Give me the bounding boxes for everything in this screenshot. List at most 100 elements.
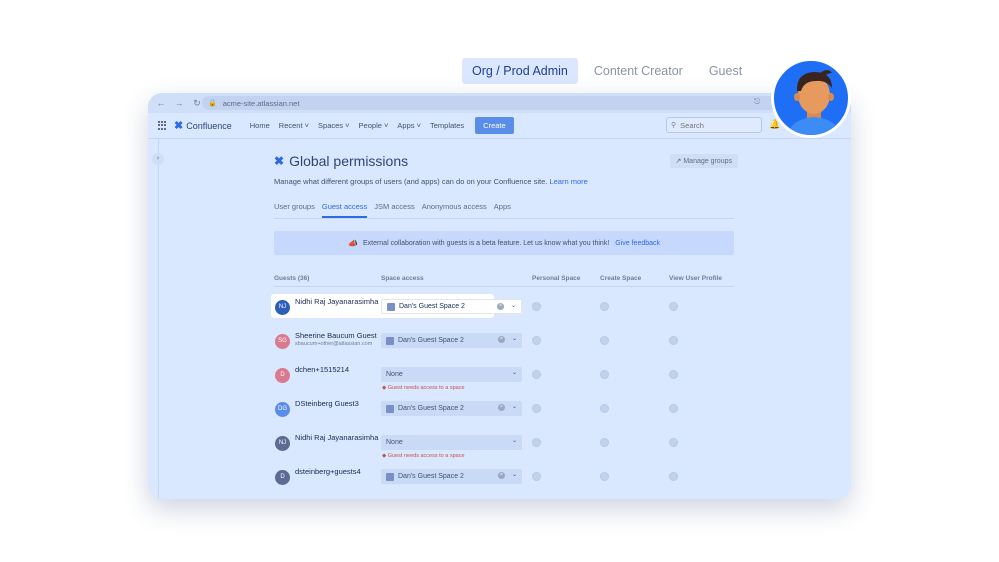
nav-home[interactable]: Home: [250, 121, 270, 130]
user-avatar: [771, 58, 851, 138]
space-access-value: None: [386, 371, 403, 378]
external-link-icon: ↗: [675, 158, 682, 165]
beta-banner: 📣 External collaboration with guests is …: [274, 231, 734, 255]
space-access-select[interactable]: None ⌄: [381, 435, 522, 450]
clear-icon[interactable]: ×: [498, 472, 505, 479]
search-field[interactable]: ⚲: [666, 117, 762, 133]
create-space-toggle[interactable]: [600, 302, 609, 311]
app-header: ✖ Confluence Home Recent ˅ Spaces ˅ Peop…: [148, 113, 851, 139]
share-icon[interactable]: ⎋: [754, 97, 760, 107]
tab-apps[interactable]: Apps: [494, 202, 511, 218]
space-icon: [386, 336, 394, 345]
table-row: NJ Nidhi Raj Jayanarasimha None ⌄ ◆ Guest ne…: [274, 433, 744, 467]
clear-icon[interactable]: ×: [497, 303, 504, 310]
expand-sidebar-icon[interactable]: ›: [152, 153, 164, 165]
app-switcher-icon[interactable]: [158, 121, 167, 130]
chevron-down-icon: ˅: [345, 121, 350, 130]
chevron-down-icon[interactable]: ⌄: [512, 437, 517, 444]
reload-icon[interactable]: ↻: [192, 98, 202, 109]
view-user-profile-toggle[interactable]: [669, 370, 678, 379]
personal-space-toggle[interactable]: [532, 370, 541, 379]
clear-icon[interactable]: ×: [498, 336, 505, 343]
view-user-profile-toggle[interactable]: [669, 472, 678, 481]
page-description: Manage what different groups of users (a…: [274, 177, 736, 186]
column-header-personal-space: Personal Space: [532, 275, 581, 282]
tab-guest-access[interactable]: Guest access: [321, 202, 368, 218]
title-row: ✖ Global permissions ↗ Manage groups: [274, 151, 738, 171]
main-content: ✖ Global permissions ↗ Manage groups Man…: [271, 151, 738, 499]
learn-more-link[interactable]: Learn more: [549, 177, 587, 186]
create-space-toggle[interactable]: [600, 336, 609, 345]
space-access-select[interactable]: Dan's Guest Space 2 × ⌄: [381, 469, 522, 484]
view-user-profile-toggle[interactable]: [669, 438, 678, 447]
view-user-profile-toggle[interactable]: [669, 302, 678, 311]
create-button[interactable]: Create: [475, 117, 514, 134]
nav-people[interactable]: People ˅: [359, 121, 389, 130]
tab-user-groups[interactable]: User groups: [274, 202, 315, 218]
chevron-down-icon[interactable]: ⌄: [512, 403, 517, 410]
personal-space-toggle[interactable]: [532, 336, 541, 345]
chevron-down-icon: ˅: [384, 121, 389, 130]
create-space-toggle[interactable]: [600, 438, 609, 447]
create-space-toggle[interactable]: [600, 370, 609, 379]
manage-groups-label: Manage groups: [683, 158, 732, 165]
stage: Org / Prod Admin Content Creator Guest ←…: [0, 0, 999, 562]
role-tab-content-creator[interactable]: Content Creator: [584, 58, 693, 84]
space-access-value: Dan's Guest Space 2: [398, 473, 464, 480]
guest-name: dsteinberg+guests4: [295, 467, 361, 476]
space-access-value: None: [386, 439, 403, 446]
space-icon: [387, 302, 395, 311]
sidebar-divider: [158, 139, 159, 499]
role-tab-org-prod-admin[interactable]: Org / Prod Admin: [462, 58, 578, 84]
lock-icon: 🔒: [208, 100, 217, 107]
view-user-profile-toggle[interactable]: [669, 336, 678, 345]
column-header-space-access: Space access: [381, 275, 424, 282]
table-row: Ddchen+1515214 None ⌄ ◆ Guest needs access …: [274, 365, 744, 399]
create-space-toggle[interactable]: [600, 472, 609, 481]
chevron-down-icon[interactable]: ⌄: [512, 471, 517, 478]
nav-apps[interactable]: Apps ˅: [397, 121, 421, 130]
space-icon: [386, 472, 394, 481]
search-input[interactable]: [680, 120, 757, 130]
clear-icon[interactable]: ×: [498, 404, 505, 411]
address-bar[interactable]: 🔒 acme-site.atlassian.net: [202, 96, 782, 110]
confluence-logo[interactable]: ✖ Confluence: [174, 119, 232, 132]
space-access-value: Dan's Guest Space 2: [398, 337, 464, 344]
space-access-error: ◆ Guest needs access to a space: [382, 385, 465, 391]
nav-apps-label: Apps: [397, 121, 415, 130]
personal-space-toggle[interactable]: [532, 302, 541, 311]
back-icon[interactable]: ←: [156, 98, 166, 108]
error-icon: ◆: [382, 453, 387, 459]
avatar: D: [275, 470, 290, 485]
space-access-select[interactable]: None ⌄: [381, 367, 522, 382]
avatar: NJ: [275, 436, 290, 451]
tab-jsm-access[interactable]: JSM access: [374, 202, 414, 218]
table-row: Ddsteinberg+guests4 Dan's Guest Space 2 × ⌄: [274, 467, 744, 499]
guest-name: Sheerine Baucum Guest: [295, 331, 377, 340]
browser-toolbar: ← → ↻ 🔒 acme-site.atlassian.net ⎋ ⋮: [148, 93, 851, 113]
forward-icon[interactable]: →: [174, 98, 184, 108]
chevron-down-icon[interactable]: ⌄: [511, 302, 516, 309]
avatar: D: [275, 368, 290, 383]
personal-space-toggle[interactable]: [532, 472, 541, 481]
role-tab-guest[interactable]: Guest: [699, 58, 752, 84]
tab-anonymous-access[interactable]: Anonymous access: [422, 202, 487, 218]
chevron-down-icon[interactable]: ⌄: [512, 369, 517, 376]
give-feedback-link[interactable]: Give feedback: [615, 240, 660, 247]
chevron-down-icon[interactable]: ⌄: [512, 335, 517, 342]
avatar: DG: [275, 402, 290, 417]
view-user-profile-toggle[interactable]: [669, 404, 678, 413]
personal-space-toggle[interactable]: [532, 438, 541, 447]
space-access-select[interactable]: Dan's Guest Space 2 × ⌄: [381, 299, 522, 314]
create-space-toggle[interactable]: [600, 404, 609, 413]
page-title: Global permissions: [289, 153, 409, 169]
manage-groups-button[interactable]: ↗ Manage groups: [669, 154, 738, 168]
personal-space-toggle[interactable]: [532, 404, 541, 413]
nav-spaces[interactable]: Spaces ˅: [318, 121, 350, 130]
primary-nav: Home Recent ˅ Spaces ˅ People ˅ Apps ˅ T…: [250, 121, 473, 130]
nav-recent[interactable]: Recent ˅: [279, 121, 309, 130]
space-access-select[interactable]: Dan's Guest Space 2 × ⌄: [381, 401, 522, 416]
error-text: Guest needs access to a space: [387, 453, 465, 459]
nav-templates[interactable]: Templates: [430, 121, 464, 130]
space-access-select[interactable]: Dan's Guest Space 2 × ⌄: [381, 333, 522, 348]
